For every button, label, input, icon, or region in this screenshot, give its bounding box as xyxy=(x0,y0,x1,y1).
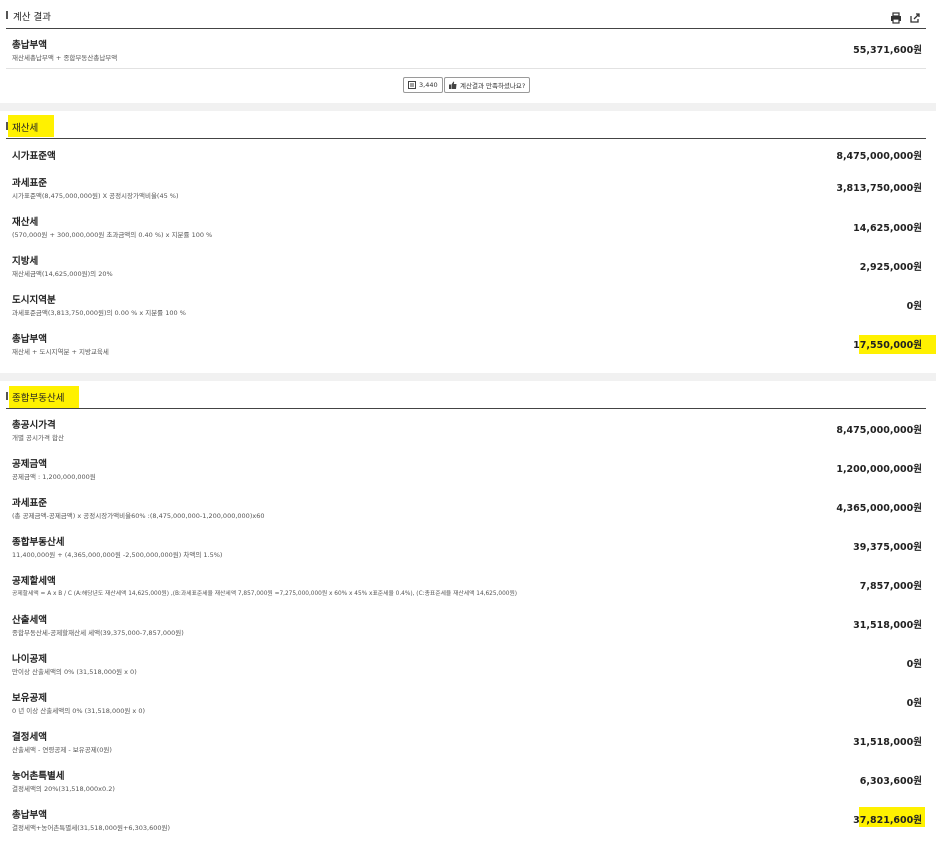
table-row: 결정세액 산출세액 - 연령공제 - 보유공제(0원) 31,518,000원 xyxy=(12,729,922,755)
row-sub: 11,400,000원 + (4,365,000,000원 -2,500,000… xyxy=(12,551,223,559)
row-sub: 재산세 + 도시지역분 + 지방교육세 xyxy=(12,348,109,356)
share-icon[interactable] xyxy=(909,9,921,23)
row-value: 6,303,600원 xyxy=(859,776,922,787)
row-label: 공제할세액 xyxy=(12,576,56,587)
row-label: 농어촌특별세 xyxy=(12,771,65,782)
row-value: 3,813,750,000원 xyxy=(836,183,922,194)
table-row: 총납부액 결정세액+농어촌특별세(31,518,000원+6,303,600원)… xyxy=(12,807,922,833)
row-value: 39,375,000원 xyxy=(853,542,922,553)
comprehensive-tax-title: 종합부동산세 xyxy=(12,393,65,404)
row-sub: 재산세금액(14,625,000원)의 20% xyxy=(12,270,113,278)
row-value: 0원 xyxy=(906,698,922,709)
row-label: 지방세 xyxy=(12,256,39,267)
row-value: 1,200,000,000원 xyxy=(836,464,922,475)
row-value: 0원 xyxy=(906,301,922,312)
property-tax-header: 재산세 xyxy=(6,111,926,139)
row-sub: 결정세액의 20%(31,518,000x0.2) xyxy=(12,785,115,793)
table-row: 총공시가격 개별 공시가격 합산 8,475,000,000원 xyxy=(12,417,922,443)
header-bar xyxy=(6,11,8,19)
row-value: 37,821,600원 xyxy=(853,815,922,826)
row-value: 0원 xyxy=(906,659,922,670)
row-sub: 공제할세액 = A x B / C (A:해당년도 재산세액 14,625,00… xyxy=(12,591,518,597)
table-row: 지방세 재산세금액(14,625,000원)의 20% 2,925,000원 xyxy=(12,253,922,279)
row-label: 결정세액 xyxy=(12,732,47,743)
property-tax-title: 재산세 xyxy=(12,123,39,134)
row-value: 17,550,000원 xyxy=(853,340,922,351)
row-value: 31,518,000원 xyxy=(853,620,922,631)
row-sub: 과세표준금액(3,813,750,000원)의 0.00 % x 지분률 100… xyxy=(12,309,186,317)
result-divider xyxy=(6,68,926,69)
table-row: 종합부동산세 11,400,000원 + (4,365,000,000원 -2,… xyxy=(12,534,922,560)
header-bar xyxy=(6,122,8,130)
result-header: 계산 결과 xyxy=(6,0,926,29)
feedback-label: 계산결과 만족하셨나요? xyxy=(460,82,526,90)
table-row: 보유공제 0 년 이상 산출세액의 0% (31,518,000원 x 0) 0… xyxy=(12,690,922,716)
row-sub: 종합부동산세-공제할재산세 세액(39,375,000-7,857,000원) xyxy=(12,629,184,637)
row-value: 4,365,000,000원 xyxy=(836,503,922,514)
row-sub: (총 공제금액-공제금액) x 공정시장가액비율60% :(8,475,000,… xyxy=(12,512,265,520)
row-label: 도시지역분 xyxy=(12,295,56,306)
feedback-button[interactable]: 계산결과 만족하셨나요? xyxy=(444,77,531,93)
table-row: 나이공제 만이상 산출세액의 0% (31,518,000원 x 0) 0원 xyxy=(12,651,922,677)
print-icon[interactable] xyxy=(890,9,902,24)
table-row: 도시지역분 과세표준금액(3,813,750,000원)의 0.00 % x 지… xyxy=(12,292,922,318)
table-row: 시가표준액 8,475,000,000원 xyxy=(12,148,922,168)
row-value: 2,925,000원 xyxy=(859,262,922,273)
result-title: 계산 결과 xyxy=(13,12,51,23)
row-label: 종합부동산세 xyxy=(12,537,65,548)
table-row: 총납부액 재산세 + 도시지역분 + 지방교육세 17,550,000원 xyxy=(12,331,922,357)
table-row: 공제할세액 공제할세액 = A x B / C (A:해당년도 재산세액 14,… xyxy=(12,573,922,599)
row-label: 과세표준 xyxy=(12,498,47,509)
row-label: 총납부액 xyxy=(12,810,47,821)
thumbs-up-icon xyxy=(449,81,457,89)
row-value: 31,518,000원 xyxy=(853,737,922,748)
row-label: 재산세 xyxy=(12,217,39,228)
table-row: 농어촌특별세 결정세액의 20%(31,518,000x0.2) 6,303,6… xyxy=(12,768,922,794)
table-row: 과세표준 시가표준액(8,475,000,000원) X 공정시장가액비율(45… xyxy=(12,175,922,201)
count-button[interactable]: 3,440 xyxy=(403,77,443,93)
row-label: 시가표준액 xyxy=(12,151,56,162)
result-total-value: 55,371,600원 xyxy=(853,45,922,56)
row-label: 과세표준 xyxy=(12,178,47,189)
result-total-sub: 재산세총납부액 + 종합부동산총납부액 xyxy=(12,54,118,62)
calculator-icon xyxy=(408,81,416,89)
count-value: 3,440 xyxy=(419,81,438,89)
row-label: 보유공제 xyxy=(12,693,47,704)
row-sub: 만이상 산출세액의 0% (31,518,000원 x 0) xyxy=(12,668,137,676)
property-tax-panel: 재산세 시가표준액 8,475,000,000원 과세표준 시가표준액(8,47… xyxy=(0,111,936,373)
row-label: 총공시가격 xyxy=(12,420,56,431)
result-panel: 계산 결과 총납부액 재산세총납부액 + 종합부동산총납부액 55,371,60… xyxy=(0,0,936,103)
table-row: 공제금액 공제금액 : 1,200,000,000원 1,200,000,000… xyxy=(12,456,922,482)
result-total-label: 총납부액 xyxy=(12,40,47,51)
row-sub: 개별 공시가격 합산 xyxy=(12,434,64,442)
row-value: 14,625,000원 xyxy=(853,223,922,234)
row-sub: (570,000원 + 300,000,000원 초과금액의 0.40 %) x… xyxy=(12,231,213,239)
table-row: 재산세 (570,000원 + 300,000,000원 초과금액의 0.40 … xyxy=(12,214,922,240)
row-sub: 시가표준액(8,475,000,000원) X 공정시장가액비율(45 %) xyxy=(12,192,179,200)
row-value: 8,475,000,000원 xyxy=(836,151,922,162)
row-label: 공제금액 xyxy=(12,459,47,470)
table-row: 산출세액 종합부동산세-공제할재산세 세액(39,375,000-7,857,0… xyxy=(12,612,922,638)
row-label: 총납부액 xyxy=(12,334,47,345)
row-value: 8,475,000,000원 xyxy=(836,425,922,436)
comprehensive-tax-panel: 종합부동산세 총공시가격 개별 공시가격 합산 8,475,000,000원 공… xyxy=(0,381,936,847)
comprehensive-tax-header: 종합부동산세 xyxy=(6,381,926,409)
row-value: 7,857,000원 xyxy=(859,581,922,592)
row-sub: 산출세액 - 연령공제 - 보유공제(0원) xyxy=(12,746,112,754)
row-sub: 공제금액 : 1,200,000,000원 xyxy=(12,473,96,481)
row-sub: 결정세액+농어촌특별세(31,518,000원+6,303,600원) xyxy=(12,824,171,832)
row-sub: 0 년 이상 산출세액의 0% (31,518,000원 x 0) xyxy=(12,707,146,715)
row-label: 나이공제 xyxy=(12,654,47,665)
row-label: 산출세액 xyxy=(12,615,47,626)
header-bar xyxy=(6,392,8,400)
result-total-row: 총납부액 재산세총납부액 + 종합부동산총납부액 55,371,600원 xyxy=(12,37,922,63)
table-row: 과세표준 (총 공제금액-공제금액) x 공정시장가액비율60% :(8,475… xyxy=(12,495,922,521)
